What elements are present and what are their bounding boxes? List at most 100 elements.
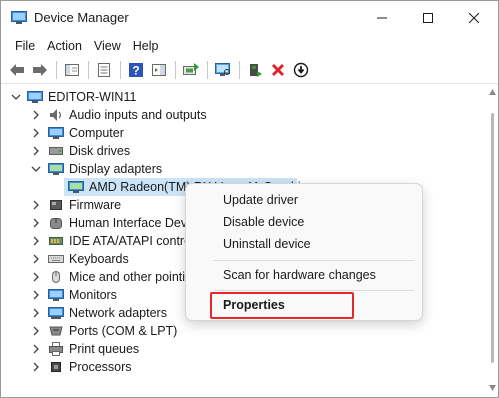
close-icon <box>469 13 479 23</box>
chevron-right-icon[interactable] <box>30 289 42 301</box>
mouse-icon <box>52 271 60 283</box>
tree-item-display-adapters[interactable]: Display adapters <box>1 160 485 178</box>
help-icon: ? <box>129 63 143 78</box>
minimize-button[interactable] <box>359 1 405 35</box>
svg-text:?: ? <box>132 64 139 78</box>
computer-icon <box>27 91 43 103</box>
action-pane-button[interactable] <box>149 60 169 80</box>
menu-bar: File Action View Help <box>1 35 498 57</box>
display-adapter-icon <box>48 163 64 175</box>
tree-item-label: Firmware <box>69 198 122 212</box>
toolbar-separator <box>207 61 208 79</box>
forward-button[interactable] <box>30 60 50 80</box>
speaker-icon <box>50 109 62 121</box>
tree-item-label: Display adapters <box>69 162 163 176</box>
chevron-right-icon[interactable] <box>30 307 42 319</box>
tree-item-label: Audio inputs and outputs <box>69 108 207 122</box>
chevron-right-icon[interactable] <box>30 271 42 283</box>
tree-item-label: IDE ATA/ATAPI control <box>69 234 194 248</box>
maximize-icon <box>423 13 433 23</box>
tree-item-label: Human Interface Devi <box>69 216 190 230</box>
update-driver-menu-item[interactable]: Update driver <box>223 193 298 207</box>
chevron-right-icon[interactable] <box>30 145 42 157</box>
tree-item-disk-drives[interactable]: Disk drives <box>1 142 485 160</box>
menu-file[interactable]: File <box>9 39 41 53</box>
properties-toolbar-button[interactable] <box>94 60 114 80</box>
device-manager-icon <box>11 11 27 24</box>
scroll-down-icon[interactable] <box>489 385 496 391</box>
back-arrow-icon <box>10 64 24 76</box>
menu-help[interactable]: Help <box>127 39 165 53</box>
chevron-right-icon[interactable] <box>30 361 42 373</box>
disable-device-menu-item[interactable]: Disable device <box>223 215 304 229</box>
tree-item-audio[interactable]: Audio inputs and outputs <box>1 106 485 124</box>
tree-item-label: Keyboards <box>69 252 129 266</box>
tree-item-label: Disk drives <box>69 144 131 158</box>
scan-hardware-menu-item[interactable]: Scan for hardware changes <box>223 268 376 282</box>
chevron-right-icon[interactable] <box>30 217 42 229</box>
menu-view[interactable]: View <box>88 39 127 53</box>
tree-item-processors[interactable]: Processors <box>1 358 485 376</box>
action-pane-icon <box>152 64 166 76</box>
menu-separator <box>214 260 414 261</box>
uninstall-device-menu-item[interactable]: Uninstall device <box>223 237 311 251</box>
tree-root-label: EDITOR-WIN11 <box>48 90 137 104</box>
back-button[interactable] <box>7 60 27 80</box>
uninstall-device-button[interactable] <box>268 60 288 80</box>
chevron-right-icon[interactable] <box>30 253 42 265</box>
minimize-icon <box>377 17 387 19</box>
chevron-right-icon[interactable] <box>30 199 42 211</box>
toolbar-separator <box>56 61 57 79</box>
chevron-right-icon[interactable] <box>30 235 42 247</box>
toolbar-separator <box>175 61 176 79</box>
display-adapter-icon <box>68 181 84 193</box>
tree-item-label: Computer <box>69 126 124 140</box>
chevron-right-icon[interactable] <box>30 127 42 139</box>
keyboard-icon <box>48 255 64 263</box>
chevron-down-icon[interactable] <box>30 163 42 175</box>
tree-item-print-queues[interactable]: Print queues <box>1 340 485 358</box>
firmware-icon <box>50 200 62 210</box>
vertical-scrollbar[interactable] <box>487 85 497 397</box>
maximize-button[interactable] <box>405 1 451 35</box>
scroll-up-icon[interactable] <box>489 89 496 95</box>
tree-item-label: Ports (COM & LPT) <box>69 324 178 338</box>
disk-drive-icon <box>49 147 63 155</box>
show-hide-console-tree-button[interactable] <box>62 60 82 80</box>
tree-item-label: Monitors <box>69 288 117 302</box>
scan-hardware-button[interactable] <box>213 60 233 80</box>
context-menu: Update driver Disable device Uninstall d… <box>185 183 423 321</box>
menu-action[interactable]: Action <box>41 39 88 53</box>
scrollbar-thumb[interactable] <box>491 113 494 363</box>
chevron-down-icon[interactable] <box>10 91 22 103</box>
processor-icon <box>51 362 61 372</box>
toolbar: ? <box>1 57 498 84</box>
tree-item-ports[interactable]: Ports (COM & LPT) <box>1 322 485 340</box>
tree-item-label: Print queues <box>69 342 140 356</box>
chevron-right-icon[interactable] <box>30 109 42 121</box>
scan-hardware-icon <box>215 63 230 76</box>
help-toolbar-button[interactable]: ? <box>126 60 146 80</box>
tree-item-label: Mice and other pointin <box>69 270 192 284</box>
enable-device-button[interactable] <box>245 60 265 80</box>
update-driver-icon <box>183 63 199 75</box>
properties-icon <box>98 63 110 77</box>
toolbar-separator <box>88 61 89 79</box>
disable-device-icon <box>293 62 309 78</box>
menu-separator <box>214 290 414 291</box>
title-bar: Device Manager <box>1 1 498 35</box>
ide-controller-icon <box>49 237 63 245</box>
chevron-right-icon[interactable] <box>30 325 42 337</box>
chevron-right-icon[interactable] <box>30 343 42 355</box>
tree-root-row[interactable]: EDITOR-WIN11 <box>1 88 485 106</box>
enable-device-icon <box>250 64 262 77</box>
tree-item-computer[interactable]: Computer <box>1 124 485 142</box>
properties-menu-item[interactable]: Properties <box>223 298 285 312</box>
tree-item-label: Network adapters <box>69 306 167 320</box>
toolbar-separator <box>120 61 121 79</box>
computer-icon <box>48 127 64 139</box>
update-driver-button[interactable] <box>181 60 201 80</box>
close-button[interactable] <box>451 1 497 35</box>
uninstall-device-icon <box>271 63 285 77</box>
disable-device-button[interactable] <box>291 60 311 80</box>
